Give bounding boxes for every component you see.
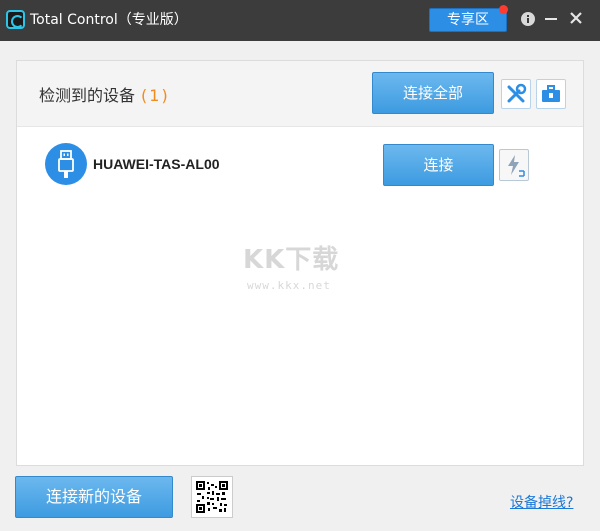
quick-connect-button[interactable] — [499, 149, 529, 181]
watermark-logo: KK下载 — [243, 245, 340, 275]
window-title: Total Control（专业版） — [30, 12, 188, 28]
info-icon[interactable] — [520, 11, 536, 27]
lightning-icon — [508, 155, 525, 177]
app-logo-icon — [6, 10, 25, 29]
device-count: (1) — [141, 86, 170, 105]
connect-device-button[interactable]: 连接 — [383, 144, 494, 186]
device-row: HUAWEI-TAS-AL00 连接 — [17, 128, 583, 188]
tools-button[interactable] — [501, 79, 531, 109]
title-bar: Total Control（专业版） 专享区 — [0, 0, 600, 41]
devices-panel: 检测到的设备 (1) 连接全部 HUAWEI-TAS-AL00 连接 KK下载 … — [16, 60, 584, 466]
panel-title-text: 检测到的设备 — [39, 86, 136, 105]
vip-zone-button[interactable]: 专享区 — [429, 8, 507, 32]
watermark: KK下载 www.kkx.net — [243, 239, 383, 299]
panel-header: 检测到的设备 (1) 连接全部 — [17, 61, 583, 127]
notification-dot-icon — [499, 5, 508, 14]
device-offline-link[interactable]: 设备掉线? — [510, 492, 573, 512]
wrench-screwdriver-icon — [507, 83, 527, 103]
qr-code-button[interactable] — [191, 476, 233, 518]
qr-code-icon — [196, 481, 228, 513]
close-icon[interactable] — [568, 10, 584, 26]
connect-new-device-button[interactable]: 连接新的设备 — [15, 476, 173, 518]
device-name: HUAWEI-TAS-AL00 — [93, 156, 220, 172]
toolbox-icon — [542, 85, 560, 102]
connect-all-button[interactable]: 连接全部 — [372, 72, 494, 114]
watermark-url: www.kkx.net — [247, 279, 331, 292]
toolbox-button[interactable] — [536, 79, 566, 109]
usb-device-icon — [45, 143, 87, 185]
panel-title: 检测到的设备 (1) — [39, 82, 170, 106]
minimize-icon[interactable] — [543, 11, 559, 27]
